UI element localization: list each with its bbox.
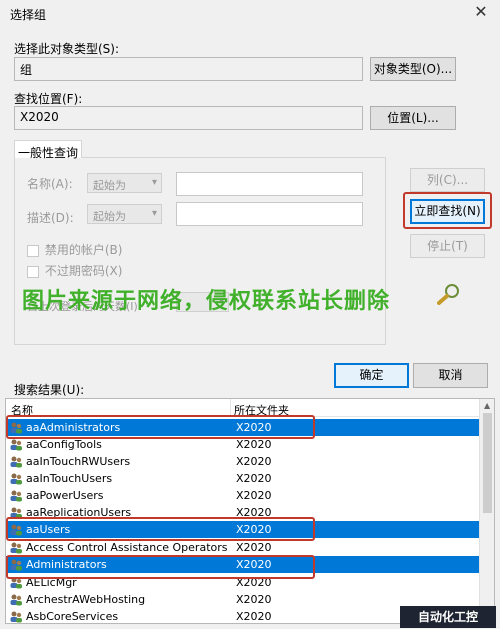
chevron-down-icon: ▾ [151,177,157,188]
description-mode-select[interactable]: 起始为 ▾ [87,204,162,224]
stop-button[interactable]: 停止(T) [410,234,485,258]
name-label: 名称(A): [27,177,73,191]
window-title: 选择组 [10,8,47,22]
name-mode-value: 起始为 [93,179,126,192]
row-folder: X2020 [236,541,272,554]
corner-logo-text: 自动化工控 [417,610,478,624]
row-highlight-box [6,415,315,439]
vertical-scrollbar[interactable]: ▲ [479,399,494,623]
table-row[interactable]: aaInTouchUsers X2020 [6,470,479,487]
row-name: AsbCoreServices [26,610,119,623]
object-type-label: 选择此对象类型(S): [14,42,120,56]
group-users-icon [10,439,22,451]
location-field: X2020 [14,106,363,130]
non-expiring-password-label: 不过期密码(X) [44,264,123,278]
watermark-text: 图片来源于网络，侵权联系站长删除 [22,289,391,314]
table-row[interactable]: aaPowerUsers X2020 [6,487,479,504]
checkbox-box [27,265,39,278]
search-magnifier-icon [436,283,462,305]
disabled-accounts-checkbox[interactable]: 禁用的帐户(B) [27,241,122,258]
corner-logo: 自动化工控 [400,606,496,628]
row-highlight-box [6,517,315,541]
row-name: aaInTouchUsers [26,472,113,485]
group-users-icon [10,594,22,606]
row-folder: X2020 [236,593,272,606]
row-name: Access Control Assistance Operators [26,541,228,554]
object-type-field: 组 [14,57,363,81]
find-now-button[interactable]: 立即查找(N) [410,199,485,224]
group-users-icon [10,490,22,502]
group-users-icon [10,473,22,485]
cancel-button[interactable]: 取消 [413,363,488,388]
object-types-button[interactable]: 对象类型(O)... [370,57,456,81]
row-highlight-box [6,555,315,579]
location-label: 查找位置(F): [14,92,83,106]
tab-common-queries[interactable]: 一般性查询 [14,140,82,160]
close-icon[interactable]: ✕ [470,2,492,22]
scroll-up-icon[interactable]: ▲ [484,401,490,410]
disabled-accounts-label: 禁用的帐户(B) [44,243,123,257]
non-expiring-password-checkbox[interactable]: 不过期密码(X) [27,262,122,279]
chevron-down-icon: ▾ [151,208,157,219]
scrollbar-thumb[interactable] [483,413,492,513]
checkbox-box [27,244,39,257]
group-users-icon [10,542,22,554]
search-results-label: 搜索结果(U): [14,383,85,397]
description-label: 描述(D): [27,211,74,225]
row-folder: X2020 [236,489,272,502]
group-users-icon [10,456,22,468]
name-input[interactable] [176,172,363,196]
table-row[interactable]: Access Control Assistance Operators X2020 [6,539,479,556]
row-name: aaInTouchRWUsers [26,455,131,468]
row-name: ArchestrAWebHosting [26,593,146,606]
ok-button[interactable]: 确定 [334,363,409,388]
group-users-icon [10,611,22,623]
row-folder: X2020 [236,455,272,468]
table-row[interactable]: aaInTouchRWUsers X2020 [6,453,479,470]
name-mode-select[interactable]: 起始为 ▾ [87,173,162,193]
description-input[interactable] [176,202,363,226]
columns-button[interactable]: 列(C)... [410,168,485,192]
row-name: aaPowerUsers [26,489,104,502]
row-folder: X2020 [236,610,272,623]
description-mode-value: 起始为 [93,210,126,223]
row-folder: X2020 [236,472,272,485]
locations-button[interactable]: 位置(L)... [370,106,456,130]
